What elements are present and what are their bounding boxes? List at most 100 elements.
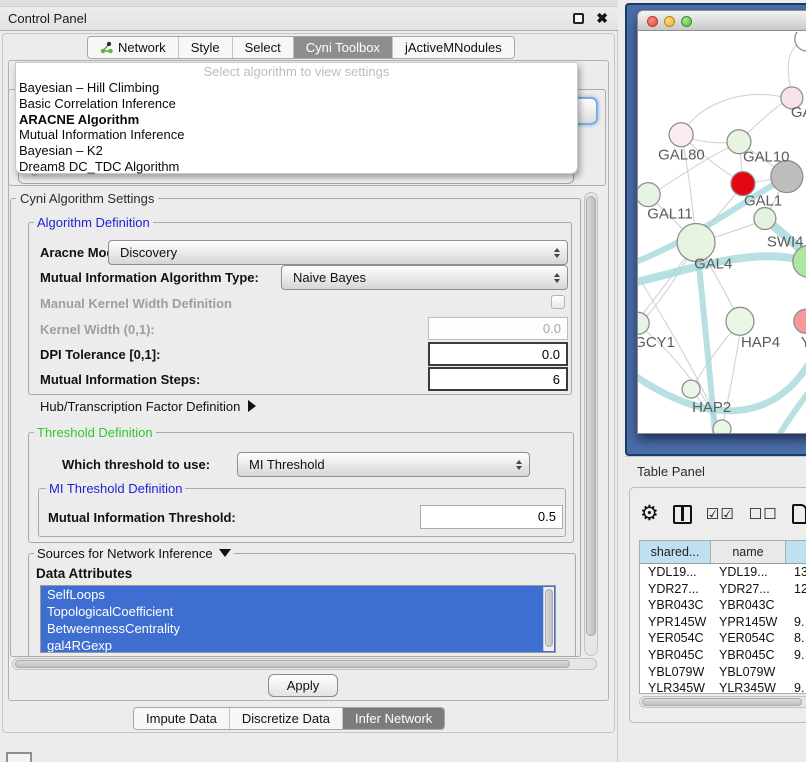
network-window-titlebar[interactable]	[638, 11, 806, 31]
scrollbar-thumb[interactable]	[642, 698, 802, 706]
table-row[interactable]: YER054C YER054C 8.	[640, 630, 806, 647]
sources-section-toggle[interactable]: Sources for Network Inference	[34, 546, 234, 561]
export-table-icon[interactable]	[792, 504, 806, 524]
algorithm-option[interactable]: Mutual Information Inference	[16, 127, 577, 143]
deselect-all-columns-icon[interactable]: ☐☐	[749, 505, 778, 523]
network-graph: GAL GAL80 GAL10 GAL1 GAL11 SWI4 GAL4 GCY…	[638, 32, 806, 434]
tab-network[interactable]: Network	[88, 37, 179, 58]
apply-button[interactable]: Apply	[268, 674, 338, 697]
cell[interactable]: YDR27...	[640, 581, 711, 598]
cell[interactable]: 13	[786, 564, 806, 581]
cell[interactable]: 8.	[786, 630, 806, 647]
cell[interactable]: YDL19...	[640, 564, 711, 581]
tab-select[interactable]: Select	[233, 37, 294, 58]
kernel-width-input[interactable]: 0.0	[428, 317, 568, 340]
settings-vertical-scrollbar[interactable]	[584, 192, 598, 656]
cell[interactable]: YBR045C	[711, 647, 786, 664]
node-gal80[interactable]	[669, 123, 693, 147]
node-gal11[interactable]	[638, 183, 660, 207]
node-hap4[interactable]	[726, 307, 754, 335]
cell[interactable]: YPR145W	[711, 614, 786, 631]
algorithm-option[interactable]: Bayesian – K2	[16, 143, 577, 159]
cell[interactable]: YER054C	[711, 630, 786, 647]
manual-kernel-checkbox[interactable]	[551, 295, 565, 309]
algorithm-option[interactable]: Dream8 DC_TDC Algorithm	[16, 159, 577, 175]
table-row[interactable]: YLR345W YLR345W 9.	[640, 680, 806, 694]
cell[interactable]: YLR345W	[711, 680, 786, 694]
attribute-list-scrollbar[interactable]	[543, 587, 554, 651]
cell[interactable]	[786, 664, 806, 681]
mi-type-combobox[interactable]: Naive Bayes	[281, 265, 568, 290]
attribute-item-selected[interactable]: TopologicalCoefficient	[41, 603, 555, 620]
mutual-information-threshold-input[interactable]: 0.5	[420, 505, 563, 529]
table-row[interactable]: YBR045C YBR045C 9.	[640, 647, 806, 664]
tab-style[interactable]: Style	[179, 37, 233, 58]
settings-horizontal-scrollbar[interactable]	[12, 658, 597, 670]
node-attribute-table[interactable]: shared... name YDL19... YDL19... 13 YDR2…	[639, 540, 806, 694]
tab-jactivemnodules[interactable]: jActiveMNodules	[393, 37, 514, 58]
which-threshold-combobox[interactable]: MI Threshold	[237, 452, 530, 477]
cell[interactable]: YBL079W	[640, 664, 711, 681]
select-all-columns-icon[interactable]: ☑☑	[706, 505, 735, 523]
table-settings-gear-icon[interactable]: ⚙	[640, 504, 659, 524]
cell[interactable]: YDL19...	[711, 564, 786, 581]
node-unlabeled[interactable]	[795, 32, 806, 51]
corner-widget-partial[interactable]	[6, 752, 32, 762]
scrollbar-thumb[interactable]	[586, 196, 596, 636]
mi-steps-input[interactable]: 6	[428, 367, 568, 391]
cell[interactable]: YDR27...	[711, 581, 786, 598]
algorithm-option-selected[interactable]: ARACNE Algorithm	[16, 112, 577, 128]
network-canvas[interactable]: GAL GAL80 GAL10 GAL1 GAL11 SWI4 GAL4 GCY…	[638, 32, 806, 434]
attribute-item-selected[interactable]: gal4RGexp	[41, 637, 555, 653]
close-window-icon[interactable]	[647, 16, 658, 27]
show-columns-icon[interactable]	[673, 505, 692, 524]
aracne-mode-combobox[interactable]: Discovery	[108, 240, 568, 265]
zoom-window-icon[interactable]	[681, 16, 692, 27]
cell[interactable]: YBR045C	[640, 647, 711, 664]
cell[interactable]: YBR043C	[640, 597, 711, 614]
column-header-shared-name[interactable]: shared...	[640, 541, 711, 563]
table-horizontal-scrollbar[interactable]	[639, 696, 806, 708]
float-panel-icon[interactable]	[573, 13, 584, 24]
cell[interactable]	[786, 597, 806, 614]
algorithm-option[interactable]: Bayesian – Hill Climbing	[16, 80, 577, 96]
node-bottom-partial[interactable]	[713, 420, 731, 434]
tab-cyni-toolbox[interactable]: Cyni Toolbox	[294, 37, 393, 58]
cell[interactable]: YBL079W	[711, 664, 786, 681]
table-row[interactable]: YDL19... YDL19... 13	[640, 564, 806, 581]
cell[interactable]: 12	[786, 581, 806, 598]
table-row[interactable]: YBL079W YBL079W	[640, 664, 806, 681]
scrollbar-thumb[interactable]	[15, 660, 570, 668]
cell[interactable]: YBR043C	[711, 597, 786, 614]
node-swi4[interactable]	[754, 208, 776, 230]
cell[interactable]: YER054C	[640, 630, 711, 647]
mi-threshold-definition-label: MI Threshold Definition	[46, 481, 185, 496]
mi-type-value: Naive Bayes	[293, 266, 366, 289]
table-row[interactable]: YPR145W YPR145W 9.	[640, 614, 806, 631]
tab-infer-network[interactable]: Infer Network	[343, 708, 444, 729]
attribute-item-selected[interactable]: SelfLoops	[41, 586, 555, 603]
hub-section-toggle[interactable]: Hub/Transcription Factor Definition	[40, 399, 256, 414]
table-row[interactable]: YBR043C YBR043C	[640, 597, 806, 614]
data-attributes-list[interactable]: SelfLoops TopologicalCoefficient Between…	[40, 585, 556, 653]
attribute-item-selected[interactable]: BetweennessCentrality	[41, 620, 555, 637]
table-row[interactable]: YDR27... YDR27... 12	[640, 581, 806, 598]
node-y-partial[interactable]	[794, 309, 806, 333]
node-hap2[interactable]	[682, 380, 700, 398]
cell[interactable]: 9.	[786, 614, 806, 631]
column-header-name[interactable]: name	[711, 541, 786, 563]
cell[interactable]: 9.	[786, 647, 806, 664]
tab-impute-data[interactable]: Impute Data	[134, 708, 230, 729]
control-panel-titlebar: Control Panel ✖	[0, 7, 618, 31]
dpi-tolerance-input[interactable]: 0.0	[428, 342, 568, 366]
algorithm-option[interactable]: Basic Correlation Inference	[16, 96, 577, 112]
cell[interactable]: YPR145W	[640, 614, 711, 631]
cell[interactable]: YLR345W	[640, 680, 711, 694]
scrollbar-thumb[interactable]	[545, 589, 553, 647]
column-header-partial[interactable]	[786, 541, 806, 563]
tab-discretize-data[interactable]: Discretize Data	[230, 708, 343, 729]
cell[interactable]: 9.	[786, 680, 806, 694]
kernel-width-label: Kernel Width (0,1):	[40, 322, 155, 337]
close-panel-icon[interactable]: ✖	[596, 10, 608, 27]
minimize-window-icon[interactable]	[664, 16, 675, 27]
